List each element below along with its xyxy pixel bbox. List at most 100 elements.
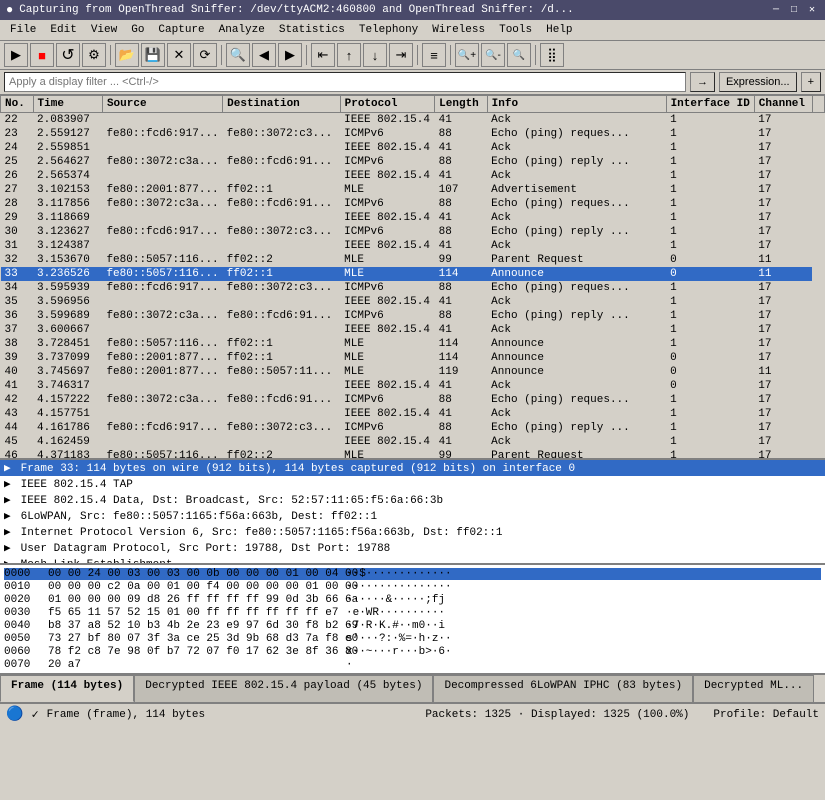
zoom-out-button[interactable]: 🔍- <box>481 43 505 67</box>
menu-view[interactable]: View <box>85 22 123 38</box>
add-filter-button[interactable]: + <box>801 72 821 92</box>
table-row[interactable]: 464.371183fe80::5057:116...ff02::2MLE99P… <box>1 449 825 460</box>
packet-table: No. Time Source Destination Protocol Len… <box>0 95 825 460</box>
hex-row[interactable]: 006078 f2 c8 7e 98 0f b7 72 07 f0 17 62 … <box>4 646 821 658</box>
menu-capture[interactable]: Capture <box>152 22 210 38</box>
col-header-time[interactable]: Time <box>33 96 102 113</box>
stop-capture-button[interactable]: ■ <box>30 43 54 67</box>
table-row[interactable]: 313.124387IEEE 802.15.441Ack117 <box>1 239 825 253</box>
next-button[interactable]: ▶ <box>278 43 302 67</box>
tab-frame[interactable]: Frame (114 bytes) <box>0 675 134 702</box>
packet-list-container[interactable]: No. Time Source Destination Protocol Len… <box>0 95 825 460</box>
table-row[interactable]: 283.117856fe80::3072:c3a...fe80::fcd6:91… <box>1 197 825 211</box>
table-row[interactable]: 403.745697fe80::2001:877...fe80::5057:11… <box>1 365 825 379</box>
table-row[interactable]: 413.746317IEEE 802.15.441Ack017 <box>1 379 825 393</box>
col-header-info[interactable]: Info <box>487 96 666 113</box>
go-first-button[interactable]: ⇤ <box>311 43 335 67</box>
table-row[interactable]: 323.153670fe80::5057:116...ff02::2MLE99P… <box>1 253 825 267</box>
hex-row[interactable]: 002001 00 00 00 09 d8 26 ff ff ff ff 99 … <box>4 594 821 606</box>
menu-go[interactable]: Go <box>125 22 150 38</box>
table-row[interactable]: 454.162459IEEE 802.15.441Ack117 <box>1 435 825 449</box>
table-row[interactable]: 303.123627fe80::fcd6:917...fe80::3072:c3… <box>1 225 825 239</box>
tree-item-udp[interactable]: ▶ User Datagram Protocol, Src Port: 1978… <box>0 540 825 556</box>
tree-arrow-frame: ▶ <box>4 461 14 475</box>
title-controls[interactable]: ─ □ ✕ <box>769 3 819 17</box>
hex-row[interactable]: 0030f5 65 11 57 52 15 01 00 ff ff ff ff … <box>4 607 821 619</box>
col-header-source[interactable]: Source <box>102 96 222 113</box>
go-up-button[interactable]: ↑ <box>337 43 361 67</box>
table-row[interactable]: 293.118669IEEE 802.15.441Ack117 <box>1 211 825 225</box>
minimize-button[interactable]: ─ <box>769 3 783 17</box>
table-row[interactable]: 242.559851IEEE 802.15.441Ack117 <box>1 141 825 155</box>
restart-capture-button[interactable]: ↺ <box>56 43 80 67</box>
table-row[interactable]: 252.564627fe80::3072:c3a...fe80::fcd6:91… <box>1 155 825 169</box>
toolbar-sep-2 <box>221 45 222 65</box>
hex-bytes: 00 00 00 c2 0a 00 01 00 f4 00 00 00 00 0… <box>48 581 338 593</box>
table-row[interactable]: 434.157751IEEE 802.15.441Ack117 <box>1 407 825 421</box>
go-last-button[interactable]: ⇥ <box>389 43 413 67</box>
tab-decrypted-ieee[interactable]: Decrypted IEEE 802.15.4 payload (45 byte… <box>134 675 433 702</box>
table-row[interactable]: 262.565374IEEE 802.15.441Ack117 <box>1 169 825 183</box>
hex-row[interactable]: 005073 27 bf 80 07 3f 3a ce 25 3d 9b 68 … <box>4 633 821 645</box>
col-header-destination[interactable]: Destination <box>223 96 340 113</box>
table-row[interactable]: 393.737099fe80::2001:877...ff02::1MLE114… <box>1 351 825 365</box>
prev-button[interactable]: ◀ <box>252 43 276 67</box>
resize-cols-button[interactable]: ⣿ <box>540 43 564 67</box>
hex-row[interactable]: 0040b8 37 a8 52 10 b3 4b 2e 23 e9 97 6d … <box>4 620 821 632</box>
hex-row[interactable]: 001000 00 00 c2 0a 00 01 00 f4 00 00 00 … <box>4 581 821 593</box>
close-file-button[interactable]: ✕ <box>167 43 191 67</box>
tab-decrypted-ml[interactable]: Decrypted ML... <box>693 675 814 702</box>
table-row[interactable]: 232.559127fe80::fcd6:917...fe80::3072:c3… <box>1 127 825 141</box>
tree-item-mle[interactable]: ▶ Mesh Link Establishment <box>0 556 825 565</box>
tree-item-ieee[interactable]: ▶ IEEE 802.15.4 Data, Dst: Broadcast, Sr… <box>0 492 825 508</box>
menu-file[interactable]: File <box>4 22 42 38</box>
color-rules-button[interactable]: ≡ <box>422 43 446 67</box>
table-row[interactable]: 343.595939fe80::fcd6:917...fe80::3072:c3… <box>1 281 825 295</box>
col-header-protocol[interactable]: Protocol <box>340 96 435 113</box>
menu-statistics[interactable]: Statistics <box>273 22 351 38</box>
table-row[interactable]: 363.599689fe80::3072:c3a...fe80::fcd6:91… <box>1 309 825 323</box>
menu-telephony[interactable]: Telephony <box>353 22 424 38</box>
table-row[interactable]: 424.157222fe80::3072:c3a...fe80::fcd6:91… <box>1 393 825 407</box>
go-down-button[interactable]: ↓ <box>363 43 387 67</box>
start-capture-button[interactable]: ▶ <box>4 43 28 67</box>
table-row[interactable]: 444.161786fe80::fcd6:917...fe80::3072:c3… <box>1 421 825 435</box>
tree-item-6lowpan[interactable]: ▶ 6LoWPAN, Src: fe80::5057:1165:f56a:663… <box>0 508 825 524</box>
filter-arrow-button[interactable]: → <box>690 72 715 92</box>
display-filter-input[interactable] <box>4 72 686 92</box>
capture-options-button[interactable]: ⚙ <box>82 43 106 67</box>
find-button[interactable]: 🔍 <box>226 43 250 67</box>
menu-wireless[interactable]: Wireless <box>426 22 491 38</box>
expression-button[interactable]: Expression... <box>719 72 797 92</box>
col-header-interface[interactable]: Interface ID <box>666 96 754 113</box>
status-check-icon: ✓ <box>31 707 38 722</box>
open-file-button[interactable]: 📂 <box>115 43 139 67</box>
menu-help[interactable]: Help <box>540 22 578 38</box>
hex-row[interactable]: 007020 a7 · <box>4 659 821 671</box>
table-row[interactable]: 373.600667IEEE 802.15.441Ack117 <box>1 323 825 337</box>
tree-item-tap[interactable]: ▶ IEEE 802.15.4 TAP <box>0 476 825 492</box>
reload-button[interactable]: ⟳ <box>193 43 217 67</box>
menu-edit[interactable]: Edit <box>44 22 82 38</box>
col-header-no[interactable]: No. <box>1 96 34 113</box>
zoom-reset-button[interactable]: 🔍 <box>507 43 531 67</box>
table-row[interactable]: 273.102153fe80::2001:877...ff02::1MLE107… <box>1 183 825 197</box>
hex-offset: 0060 <box>4 646 40 658</box>
tree-item-frame[interactable]: ▶ Frame 33: 114 bytes on wire (912 bits)… <box>0 460 825 476</box>
save-file-button[interactable]: 💾 <box>141 43 165 67</box>
hex-row[interactable]: 000000 00 24 00 03 00 03 00 0b 00 00 00 … <box>4 568 821 580</box>
tab-decompressed-6lowpan[interactable]: Decompressed 6LoWPAN IPHC (83 bytes) <box>433 675 693 702</box>
menu-analyze[interactable]: Analyze <box>213 22 271 38</box>
menu-tools[interactable]: Tools <box>493 22 538 38</box>
table-row[interactable]: 353.596956IEEE 802.15.441Ack117 <box>1 295 825 309</box>
tree-item-ipv6[interactable]: ▶ Internet Protocol Version 6, Src: fe80… <box>0 524 825 540</box>
zoom-in-button[interactable]: 🔍+ <box>455 43 479 67</box>
col-header-channel[interactable]: Channel <box>754 96 812 113</box>
hex-panel[interactable]: 000000 00 24 00 03 00 03 00 0b 00 00 00 … <box>0 565 825 675</box>
col-header-length[interactable]: Length <box>435 96 487 113</box>
table-row[interactable]: 333.236526fe80::5057:116...ff02::1MLE114… <box>1 267 825 281</box>
table-row[interactable]: 383.728451fe80::5057:116...ff02::1MLE114… <box>1 337 825 351</box>
table-row[interactable]: 222.083907IEEE 802.15.441Ack117 <box>1 113 825 128</box>
maximize-button[interactable]: □ <box>787 3 801 17</box>
close-button[interactable]: ✕ <box>805 3 819 17</box>
